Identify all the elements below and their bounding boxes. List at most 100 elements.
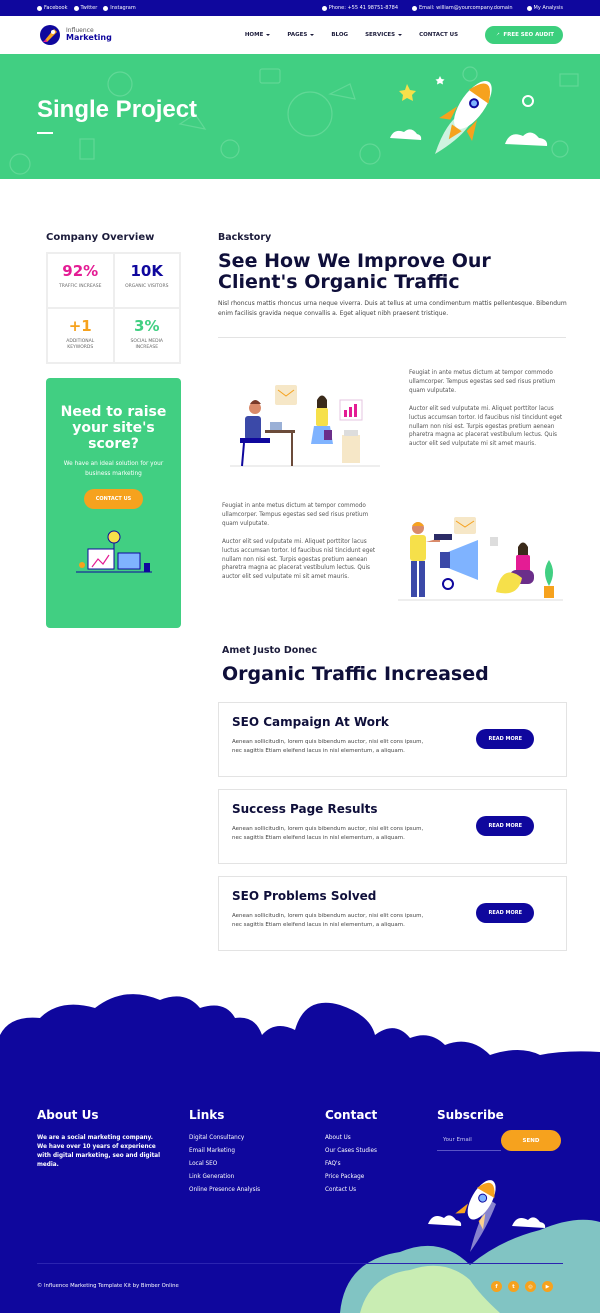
top-bar: Facebook Twitter Instagram Phone: +55 41… <box>0 0 600 16</box>
logo-line2: Marketing <box>66 33 112 42</box>
feature-title: SEO Campaign At Work <box>232 715 389 729</box>
feature-card-2: Success Page Results Aenean sollicitudin… <box>218 789 567 864</box>
feature-title: SEO Problems Solved <box>232 889 377 903</box>
nav-home[interactable]: HOME <box>245 32 271 38</box>
footer-link[interactable]: Digital Consultancy <box>189 1135 260 1141</box>
footer-link[interactable]: Price Package <box>325 1174 377 1180</box>
main-title: See How We Improve Our Client's Organic … <box>218 250 491 293</box>
footer-link[interactable]: Our Cases Studies <box>325 1148 377 1154</box>
stat-value: +1 <box>68 317 92 335</box>
nav-pages[interactable]: PAGES <box>287 32 315 38</box>
instagram-icon[interactable]: ◎ <box>525 1281 536 1292</box>
marketing-illustration <box>398 517 563 601</box>
footer-about: About Us We are a social marketing compa… <box>37 1108 162 1171</box>
facebook-icon <box>37 5 42 11</box>
nav-services[interactable]: SERVICES <box>365 32 403 38</box>
stat-value: 10K <box>130 262 164 280</box>
stats-grid: 92% TRAFFIC INCREASE 10K ORGANIC VISITOR… <box>46 252 181 364</box>
feature-text: Aenean sollicitudin, lorem quis bibendum… <box>232 826 424 841</box>
user-icon <box>526 5 532 11</box>
divider <box>218 337 566 338</box>
copyright: © Influence Marketing Template Kit by Bi… <box>37 1283 179 1289</box>
hero-banner: Single Project <box>0 54 600 179</box>
read-more-button[interactable]: READ MORE <box>476 729 534 749</box>
about-text: We are a social marketing company. We ha… <box>37 1135 161 1169</box>
block2-paragraph1: Feugiat in ante metus dictum at tempor c… <box>222 503 369 527</box>
block1-paragraph2: Auctor elit sed vulputate mi. Aliquet po… <box>409 406 563 448</box>
office-illustration <box>230 385 380 467</box>
youtube-icon[interactable]: ▶ <box>542 1281 553 1292</box>
raise-score-card: Need to raise your site's score? We have… <box>46 378 181 628</box>
stat-keywords: +1 ADDITIONAL KEYWORDS <box>47 308 114 363</box>
card-title: Need to raise your site's score? <box>60 404 167 453</box>
footer-link[interactable]: Email Marketing <box>189 1148 260 1154</box>
nav-blog[interactable]: BLOG <box>331 32 348 38</box>
my-analysis-link[interactable]: My Analysis <box>526 5 563 11</box>
chevron-down-icon <box>310 34 315 36</box>
subscribe-form: SEND <box>437 1130 561 1151</box>
footer-link[interactable]: FAQ's <box>325 1161 377 1167</box>
instagram-icon <box>103 5 109 11</box>
stat-social: 3% SOCIAL MEDIA INCREASE <box>113 308 180 363</box>
stat-label: TRAFFIC INCREASE <box>59 284 102 289</box>
footer-links: Links Digital Consultancy Email Marketin… <box>189 1108 260 1200</box>
feature-text: Aenean sollicitudin, lorem quis bibendum… <box>232 739 424 754</box>
contact-us-button[interactable]: CONTACT US <box>83 488 144 509</box>
amet-kicker: Amet Justo Donec <box>222 645 318 656</box>
block2-paragraph2: Auctor elit sed vulputate mi. Aliquet po… <box>222 539 376 581</box>
chevron-down-icon <box>398 34 403 36</box>
page-title: Single Project <box>37 96 198 123</box>
subscribe-title: Subscribe <box>437 1108 504 1122</box>
footer-link[interactable]: Online Presence Analysis <box>189 1187 260 1193</box>
section-title: Organic Traffic Increased <box>222 663 489 685</box>
footer-link[interactable]: Contact Us <box>325 1187 377 1193</box>
twitter-icon <box>73 5 79 11</box>
block1-paragraph1: Feugiat in ante metus dictum at tempor c… <box>409 370 556 394</box>
logo[interactable]: Influence Marketing <box>37 22 112 48</box>
twitter-link[interactable]: Twitter <box>73 5 97 11</box>
instagram-link[interactable]: Instagram <box>103 5 136 11</box>
twitter-icon[interactable]: t <box>508 1281 519 1292</box>
rocket-logo-icon <box>40 25 60 45</box>
footer-subscribe: Subscribe SEND <box>437 1108 561 1151</box>
rocket-illustration <box>390 76 548 154</box>
site-footer: About Us We are a social marketing compa… <box>0 990 600 1313</box>
phone-info: Phone: +55 41 98751-8784 <box>321 5 398 11</box>
seo-illustration <box>75 530 152 573</box>
social-icons: f t ◎ ▶ <box>491 1281 553 1292</box>
phone-icon <box>321 5 327 11</box>
chevron-down-icon <box>266 34 271 36</box>
feature-card-3: SEO Problems Solved Aenean sollicitudin,… <box>218 876 567 951</box>
footer-link[interactable]: About Us <box>325 1135 377 1141</box>
company-overview-title: Company Overview <box>46 232 155 243</box>
about-title: About Us <box>37 1108 99 1122</box>
facebook-icon[interactable]: f <box>491 1281 502 1292</box>
read-more-button[interactable]: READ MORE <box>476 816 534 836</box>
main-nav: HOME PAGES BLOG SERVICES CONTACT US <box>245 32 458 38</box>
footer-link[interactable]: Local SEO <box>189 1161 260 1167</box>
stat-label: ADDITIONAL KEYWORDS <box>66 339 95 351</box>
card-text: We have an ideal solution for your busin… <box>63 461 164 477</box>
send-button[interactable]: SEND <box>501 1130 561 1151</box>
feature-text: Aenean sollicitudin, lorem quis bibendum… <box>232 913 424 928</box>
rocket-icon <box>494 32 500 38</box>
footer-contact: Contact About Us Our Cases Studies FAQ's… <box>325 1108 377 1200</box>
feature-title: Success Page Results <box>232 802 378 816</box>
title-underline <box>37 132 53 134</box>
stat-visitors: 10K ORGANIC VISITORS <box>113 253 180 308</box>
backstory-kicker: Backstory <box>218 232 272 243</box>
email-icon <box>412 5 418 11</box>
email-info[interactable]: Email: william@yourcompany.domain <box>412 5 513 11</box>
free-seo-audit-button[interactable]: FREE SEO AUDIT <box>485 26 563 44</box>
read-more-button[interactable]: READ MORE <box>476 903 534 923</box>
site-header: Influence Marketing HOME PAGES BLOG SERV… <box>0 16 600 54</box>
intro-text: Nisl rhoncus mattis rhoncus urna neque v… <box>218 300 567 317</box>
stat-value: 92% <box>62 262 99 280</box>
nav-contact[interactable]: CONTACT US <box>419 32 458 38</box>
stat-value: 3% <box>134 317 160 335</box>
links-title: Links <box>189 1108 225 1122</box>
footer-link[interactable]: Link Generation <box>189 1174 260 1180</box>
email-input[interactable] <box>437 1130 501 1151</box>
facebook-link[interactable]: Facebook <box>37 5 68 11</box>
stat-traffic: 92% TRAFFIC INCREASE <box>47 253 114 308</box>
